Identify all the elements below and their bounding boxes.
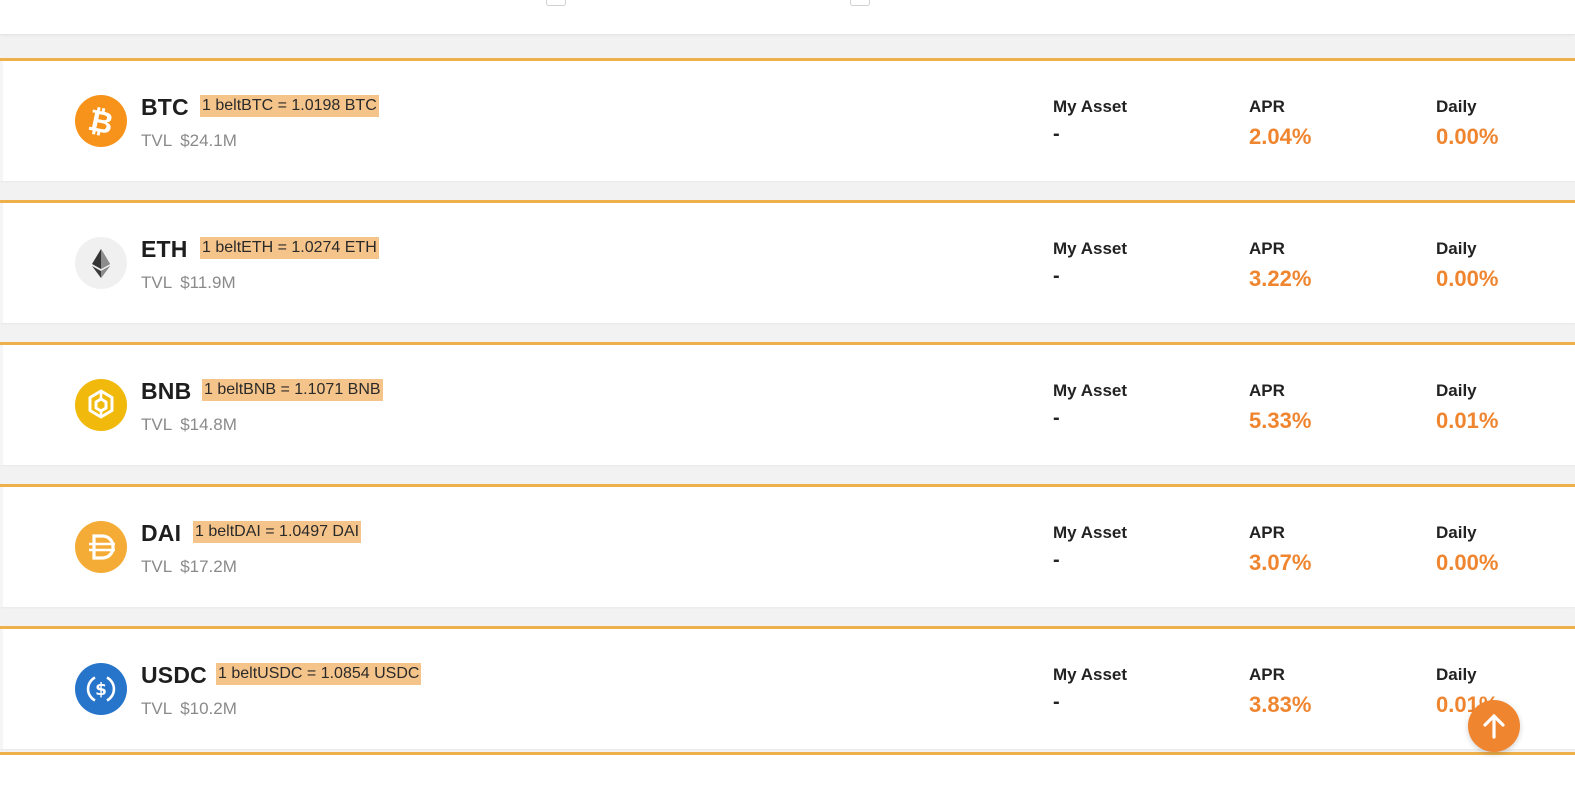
my-asset-label: My Asset — [1053, 665, 1128, 684]
my-asset-value: - — [1053, 123, 1060, 145]
tvl-value: $11.9M — [180, 273, 236, 292]
apr-value: 3.83% — [1249, 692, 1312, 717]
tvl-label: TVL — [141, 273, 173, 292]
tvl: TVL $17.2M — [141, 557, 237, 577]
pool-card-dai[interactable]: DAI 1 beltDAI = 1.0497 DAI TVL $17.2M My … — [0, 484, 1575, 607]
apr-value: 2.04% — [1249, 124, 1312, 149]
pool-card-usdc[interactable]: $ USDC 1 beltUSDC = 1.0854 USDC TVL $10.2… — [0, 626, 1575, 749]
coin-symbol: BTC — [141, 94, 189, 120]
coin-symbol: USDC — [141, 662, 207, 688]
my-asset-value: - — [1053, 691, 1060, 713]
tvl-label: TVL — [141, 415, 173, 434]
tvl-value: $10.2M — [180, 699, 237, 718]
top-filter-bar — [0, 0, 1575, 35]
tvl-value: $24.1M — [180, 131, 237, 150]
my-asset-value: - — [1053, 407, 1060, 429]
bnb-icon — [75, 379, 127, 431]
arrow-up-icon — [1483, 714, 1505, 739]
tvl-value: $14.8M — [180, 415, 237, 434]
my-asset-label: My Asset — [1053, 523, 1128, 542]
coin-symbol: BNB — [141, 378, 192, 404]
usdc-icon: $ — [75, 663, 127, 715]
exchange-rate-badge: 1 beltBTC = 1.0198 BTC — [200, 95, 379, 117]
apr-value: 3.22% — [1249, 266, 1312, 291]
my-asset-label: My Asset — [1053, 97, 1128, 116]
tvl-label: TVL — [141, 557, 173, 576]
exchange-rate-badge: 1 beltUSDC = 1.0854 USDC — [216, 663, 422, 685]
filter-checkbox[interactable] — [546, 0, 566, 6]
apr-label: APR — [1249, 239, 1285, 258]
daily-value: 0.00% — [1436, 266, 1499, 291]
apr-label: APR — [1249, 523, 1285, 542]
filter-checkbox[interactable] — [850, 0, 870, 6]
pool-card-btc[interactable]: ₿ BTC 1 beltBTC = 1.0198 BTC TVL $24.1M M… — [0, 58, 1575, 181]
svg-text:₿: ₿ — [85, 103, 116, 142]
tvl: TVL $10.2M — [141, 699, 237, 719]
pool-card-bnb[interactable]: BNB 1 beltBNB = 1.1071 BNB TVL $14.8M My … — [0, 342, 1575, 465]
tvl-label: TVL — [141, 699, 173, 718]
my-asset-value: - — [1053, 549, 1060, 571]
svg-text:$: $ — [95, 680, 107, 700]
tvl: TVL $11.9M — [141, 273, 236, 293]
dai-icon — [75, 521, 127, 573]
my-asset-label: My Asset — [1053, 239, 1128, 258]
ethereum-icon — [75, 237, 127, 289]
coin-symbol: ETH — [141, 236, 188, 262]
apr-label: APR — [1249, 381, 1285, 400]
scroll-to-top-button[interactable] — [1468, 700, 1520, 752]
daily-label: Daily — [1436, 665, 1477, 684]
daily-label: Daily — [1436, 381, 1477, 400]
next-pool-card-partial[interactable] — [0, 752, 1575, 795]
my-asset-label: My Asset — [1053, 381, 1128, 400]
daily-label: Daily — [1436, 97, 1477, 116]
daily-value: 0.00% — [1436, 124, 1499, 149]
bitcoin-icon: ₿ — [75, 95, 127, 147]
my-asset-value: - — [1053, 265, 1060, 287]
daily-value: 0.00% — [1436, 550, 1499, 575]
coin-symbol: DAI — [141, 520, 182, 546]
exchange-rate-badge: 1 beltBNB = 1.1071 BNB — [202, 379, 383, 401]
tvl-value: $17.2M — [180, 557, 237, 576]
daily-label: Daily — [1436, 239, 1477, 258]
tvl-label: TVL — [141, 131, 173, 150]
daily-label: Daily — [1436, 523, 1477, 542]
pool-card-eth[interactable]: ETH 1 beltETH = 1.0274 ETH TVL $11.9M My … — [0, 200, 1575, 323]
exchange-rate-badge: 1 beltDAI = 1.0497 DAI — [193, 521, 362, 543]
daily-value: 0.01% — [1436, 408, 1499, 433]
apr-label: APR — [1249, 665, 1285, 684]
apr-label: APR — [1249, 97, 1285, 116]
tvl: TVL $14.8M — [141, 415, 237, 435]
apr-value: 5.33% — [1249, 408, 1312, 433]
pool-list: ₿ BTC 1 beltBTC = 1.0198 BTC TVL $24.1M M… — [0, 58, 1575, 768]
apr-value: 3.07% — [1249, 550, 1312, 575]
tvl: TVL $24.1M — [141, 131, 237, 151]
exchange-rate-badge: 1 beltETH = 1.0274 ETH — [200, 237, 379, 259]
